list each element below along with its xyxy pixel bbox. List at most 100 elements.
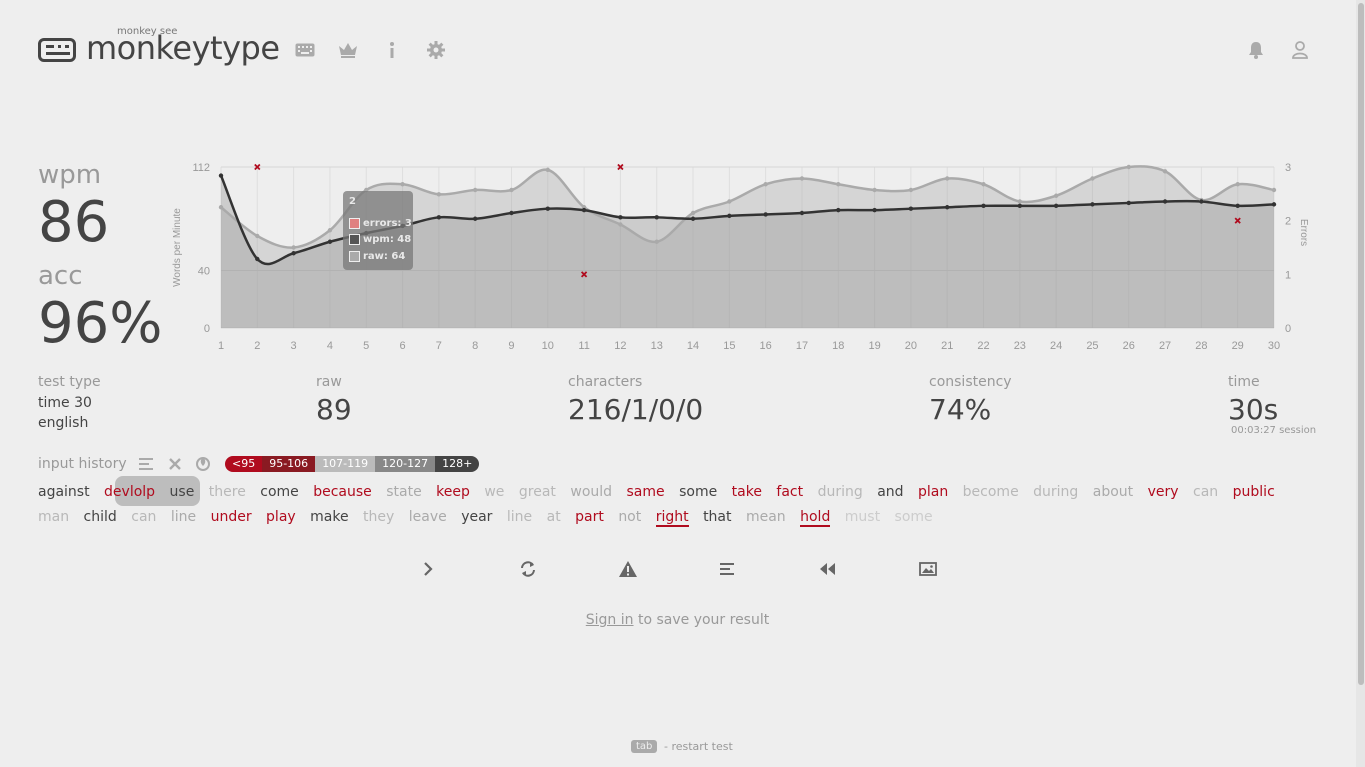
history-word[interactable]: take [732,484,762,500]
history-word[interactable]: not [618,509,641,525]
scrollbar-thumb[interactable] [1358,3,1364,685]
raw-point [1271,187,1277,193]
history-word[interactable]: there [209,484,246,500]
wpm-point [727,213,732,219]
restart-hint: - restart test [664,740,733,753]
history-word[interactable]: year [461,509,492,525]
characters-value: 216/1/0/0 [568,393,704,426]
history-word[interactable]: come [260,484,299,500]
lines-icon[interactable] [139,456,155,475]
word-list-button[interactable] [716,557,740,581]
wpm-point [218,173,224,178]
replay-button[interactable] [816,557,840,581]
wpm-point [799,210,805,216]
acc-value: 96% [38,291,163,356]
history-word[interactable]: under [211,509,252,525]
x-tick-label: 9 [508,340,514,352]
wpm-chart[interactable]: 04011201231 2 3 4 5 6 7 8 9 10 11 12 13 14 15 16 17 18 19 2… [165,155,1320,355]
x-tick-label: 13 [651,340,663,352]
sign-in-prompt: Sign in to save your result [0,612,1355,628]
wpm-point [1271,202,1277,207]
history-word[interactable]: about [1093,484,1133,500]
history-word[interactable]: against [38,484,90,500]
history-word[interactable]: during [1033,484,1078,500]
consistency-label: consistency [929,374,1012,390]
history-word[interactable]: line [507,509,532,525]
history-word[interactable]: because [313,484,372,500]
screenshot-button[interactable] [916,557,940,581]
history-word[interactable]: state [386,484,421,500]
x-tick-label: 21 [941,340,953,352]
history-word[interactable]: use [170,484,195,500]
history-word[interactable]: we [484,484,504,500]
history-word[interactable]: must [845,509,880,525]
history-word[interactable]: can [131,509,156,525]
y2-tick-label: 2 [1285,216,1291,228]
history-word[interactable]: fact [776,484,803,500]
wpm-point [945,205,950,210]
history-word[interactable]: public [1233,484,1275,500]
wpm-point [581,207,587,213]
sign-in-link[interactable]: Sign in [586,612,634,628]
wpm-point [690,216,696,221]
user-icon[interactable] [1289,39,1311,61]
wpm-point [981,203,986,209]
crown-icon[interactable] [337,39,359,61]
x-tick-label: 1 [218,340,224,352]
history-word[interactable]: man [38,509,69,525]
x-tick-label: 24 [1050,340,1062,352]
history-word[interactable]: at [547,509,561,525]
raw-point [436,192,442,197]
history-word[interactable]: and [877,484,903,500]
consistency-value: 74% [929,393,992,426]
x-tick-label: 12 [614,340,626,352]
x-tick-label: 8 [472,340,478,352]
history-word[interactable]: hold [800,509,831,527]
history-word[interactable]: great [519,484,556,500]
info-icon[interactable] [381,39,403,61]
history-word[interactable]: very [1148,484,1179,500]
report-button[interactable] [616,557,640,581]
logo-text[interactable]: monkeytype [86,29,280,67]
fire-icon[interactable] [195,455,211,475]
history-word[interactable]: keep [436,484,470,500]
sign-in-rest: to save your result [633,612,770,628]
bell-icon[interactable] [1245,39,1267,61]
wpm-label: wpm [38,160,102,190]
logo-icon[interactable] [38,38,76,62]
history-word[interactable]: child [84,509,117,525]
legend-item: 107-119 [315,456,376,472]
history-word[interactable]: line [171,509,196,525]
history-word[interactable]: make [310,509,348,525]
x-tick-label: 6 [399,340,405,352]
next-test-button[interactable] [416,557,440,581]
history-word[interactable]: they [363,509,394,525]
history-word[interactable]: during [818,484,863,500]
history-word[interactable]: some [895,509,933,525]
history-word[interactable]: right [655,509,689,527]
wpm-point [1162,199,1168,204]
history-word[interactable]: mean [746,509,786,525]
history-word[interactable]: would [570,484,612,500]
history-word[interactable]: some [679,484,717,500]
history-word[interactable]: leave [409,509,447,525]
raw-point [255,233,260,239]
history-word[interactable]: devlolp [104,484,155,500]
history-word[interactable]: become [963,484,1019,500]
history-word[interactable]: plan [918,484,948,500]
tab-key-badge: tab [631,740,658,753]
history-word[interactable]: can [1193,484,1218,500]
x-tick-label: 14 [687,340,699,352]
raw-point [509,187,514,193]
restart-test-button[interactable] [516,557,540,581]
history-word[interactable]: same [627,484,665,500]
keyboard-icon[interactable] [294,39,316,61]
close-icon[interactable] [168,456,182,475]
wpm-point [291,251,296,256]
history-word[interactable]: that [703,509,731,525]
history-word[interactable]: part [575,509,604,525]
wpm-point [908,206,914,211]
history-word[interactable]: play [266,509,296,525]
wpm-point [1235,203,1240,209]
gear-icon[interactable] [425,39,447,61]
